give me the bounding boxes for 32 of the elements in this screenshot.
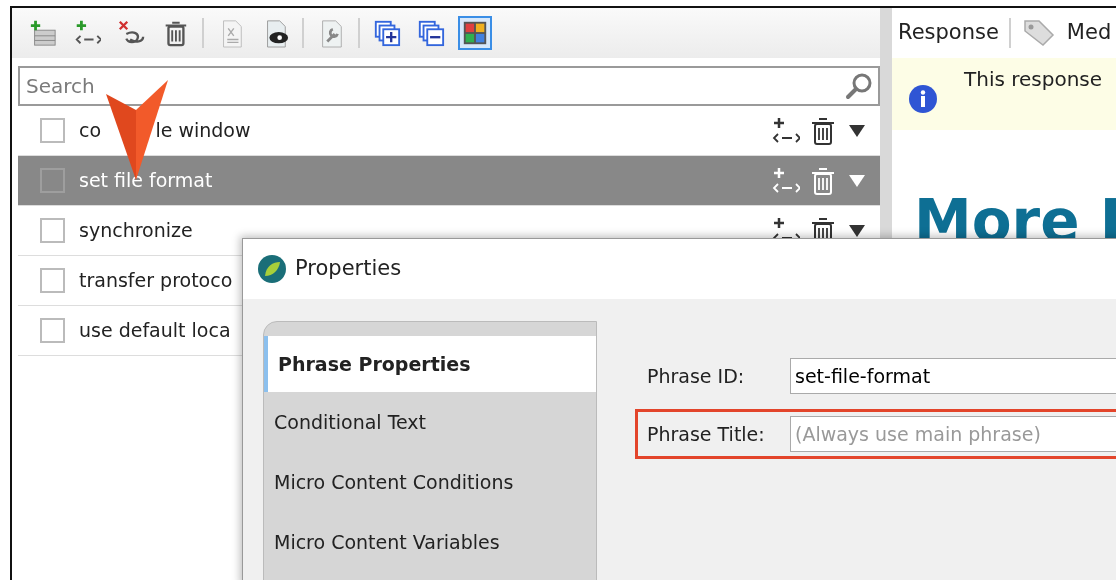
item-label: transfer protoco bbox=[79, 268, 233, 294]
dialog-title: Properties bbox=[295, 255, 402, 283]
checkbox[interactable] bbox=[40, 218, 65, 243]
search-field[interactable]: Search bbox=[18, 66, 880, 106]
item-label: set file format bbox=[79, 168, 213, 194]
stack-remove-icon bbox=[417, 18, 445, 48]
dialog-tab[interactable]: Micro Content Variables bbox=[264, 512, 596, 572]
toolbar-button[interactable] bbox=[458, 16, 492, 50]
search-icon[interactable] bbox=[844, 71, 874, 101]
dialog-tab[interactable]: Micro Content Conditions bbox=[264, 452, 596, 512]
info-icon bbox=[908, 84, 938, 114]
add-table-icon bbox=[29, 18, 57, 48]
list-item[interactable]: set file format bbox=[18, 156, 880, 206]
trash-icon[interactable] bbox=[810, 115, 836, 146]
stack-add-icon bbox=[373, 18, 401, 48]
checkbox[interactable] bbox=[40, 118, 65, 143]
panel-tab[interactable]: Response bbox=[898, 17, 999, 49]
item-label: co le window bbox=[79, 118, 251, 144]
input-field[interactable]: (Always use main phrase) bbox=[790, 416, 1116, 452]
info-text: This response bbox=[964, 66, 1103, 93]
field-label: Phrase Title: bbox=[647, 421, 766, 447]
dialog-tab[interactable]: Conditional Text bbox=[264, 392, 596, 452]
panel-tab[interactable]: Med bbox=[1066, 17, 1112, 49]
item-label: use default loca bbox=[79, 318, 231, 344]
checkbox[interactable] bbox=[40, 268, 65, 293]
dropdown-caret-icon[interactable] bbox=[848, 123, 866, 138]
app-logo-icon bbox=[257, 254, 287, 284]
input-field[interactable]: set-file-format bbox=[790, 358, 1116, 394]
item-label: synchronize bbox=[79, 218, 193, 244]
field-label: Phrase ID: bbox=[647, 363, 746, 389]
dialog-tab[interactable]: Phrase Properties bbox=[264, 336, 596, 392]
checkbox[interactable] bbox=[40, 318, 65, 343]
